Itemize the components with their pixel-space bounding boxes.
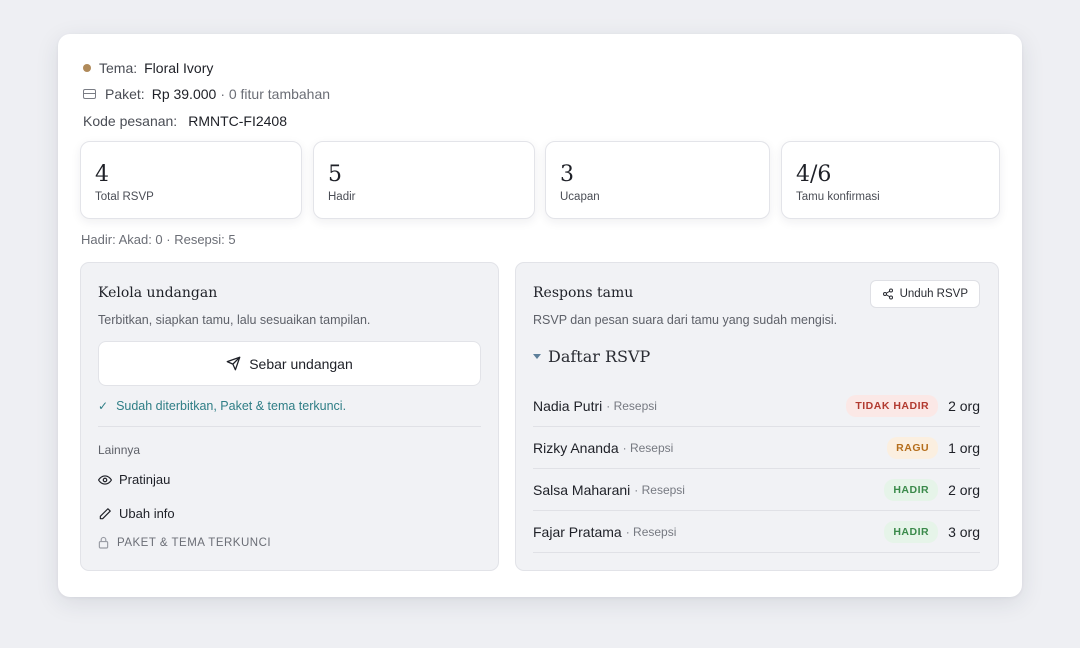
theme-row: Tema: Floral Ivory	[83, 60, 213, 76]
share-invitation-button[interactable]: Sebar undangan	[98, 341, 481, 386]
order-card: Tema: Floral Ivory Paket: Rp 39.000 · 0 …	[58, 34, 1022, 597]
stat-label: Tamu konfirmasi	[796, 191, 880, 203]
pencil-icon	[99, 507, 111, 519]
send-icon	[226, 356, 241, 371]
guest-name: Nadia Putri	[533, 397, 603, 414]
status-badge: RAGU	[887, 436, 939, 459]
edit-info-link[interactable]: Ubah info	[98, 506, 175, 521]
rsvp-list-title: Daftar RSVP	[548, 347, 651, 366]
stat-hadir: 5 Hadir	[313, 141, 535, 219]
caret-down-icon	[533, 354, 541, 359]
responses-description: RSVP dan pesan suara dari tamu yang suda…	[533, 313, 838, 327]
stat-tamu-konfirmasi: 4/6 Tamu konfirmasi	[781, 141, 1000, 219]
share-button-label: Sebar undangan	[249, 355, 353, 372]
guest-event: · Resepsi	[622, 440, 674, 455]
status-badge: HADIR	[884, 478, 939, 501]
responses-title: Respons tamu	[533, 285, 634, 301]
guest-count: 2 org	[948, 397, 980, 414]
order-row: Kode pesanan: RMNTC-FI2408	[83, 113, 287, 129]
share-icon	[882, 288, 893, 300]
responses-panel: Respons tamu RSVP dan pesan suara dari t…	[515, 262, 999, 571]
stat-value: 3	[560, 162, 574, 187]
credit-card-icon	[83, 89, 96, 99]
rsvp-row: Salsa Maharani · Resepsi HADIR 2 org	[533, 469, 980, 511]
guest-event: · Resepsi	[606, 398, 657, 413]
attendance-note: Hadir: Akad: 0 · Resepsi: 5	[81, 232, 236, 247]
guest-count: 1 org	[948, 439, 980, 456]
locked-label: PAKET & TEMA TERKUNCI	[117, 536, 272, 549]
locked-notice: PAKET & TEMA TERKUNCI	[98, 536, 271, 549]
manage-panel: Kelola undangan Terbitkan, siapkan tamu,…	[80, 262, 499, 571]
stat-value: 5	[328, 162, 342, 187]
theme-label: Tema:	[99, 60, 138, 76]
stat-label: Hadir	[328, 191, 356, 203]
guest-count: 3 org	[948, 523, 980, 540]
package-price: Rp 39.000	[151, 86, 217, 102]
manage-description: Terbitkan, siapkan tamu, lalu sesuaikan …	[98, 313, 371, 327]
download-rsvp-button[interactable]: Unduh RSVP	[869, 280, 980, 308]
check-icon: ✓	[98, 399, 109, 413]
guest-name: Rizky Ananda	[533, 439, 619, 456]
package-label: Paket:	[105, 86, 145, 102]
others-label: Lainnya	[98, 443, 141, 457]
stat-value: 4	[95, 162, 109, 187]
divider	[98, 426, 481, 427]
rsvp-row: Fajar Pratama · Resepsi HADIR 3 org	[533, 511, 980, 553]
edit-info-label: Ubah info	[119, 506, 175, 521]
rsvp-row: Rizky Ananda · Resepsi RAGU 1 org	[533, 427, 980, 469]
manage-title: Kelola undangan	[98, 285, 218, 301]
preview-label: Pratinjau	[119, 472, 171, 487]
lock-icon	[98, 536, 109, 549]
stat-label: Total RSVP	[95, 191, 154, 203]
guest-name: Fajar Pratama	[533, 523, 622, 540]
guest-event: · Resepsi	[625, 524, 677, 539]
rsvp-row: Nadia Putri · Resepsi TIDAK HADIR 2 org	[533, 385, 980, 427]
publish-status: ✓ Sudah diterbitkan, Paket & tema terkun…	[98, 399, 346, 413]
order-label: Kode pesanan:	[83, 113, 178, 129]
rsvp-list-toggle[interactable]: Daftar RSVP	[533, 347, 650, 366]
status-badge: TIDAK HADIR	[846, 394, 939, 417]
preview-link[interactable]: Pratinjau	[98, 472, 170, 487]
eye-icon	[98, 474, 112, 485]
publish-status-text: Sudah diterbitkan, Paket & tema terkunci…	[116, 399, 347, 413]
stat-value: 4/6	[796, 162, 832, 187]
stat-total-rsvp: 4 Total RSVP	[80, 141, 302, 219]
theme-dot-icon	[83, 64, 91, 72]
guest-count: 2 org	[948, 481, 980, 498]
download-button-label: Unduh RSVP	[899, 288, 968, 300]
order-code: RMNTC-FI2408	[188, 113, 287, 129]
package-extra: · 0 fitur tambahan	[220, 86, 331, 102]
guest-event: · Resepsi	[634, 482, 685, 497]
package-row: Paket: Rp 39.000 · 0 fitur tambahan	[83, 86, 330, 102]
theme-value: Floral Ivory	[144, 60, 214, 76]
stat-ucapan: 3 Ucapan	[545, 141, 770, 219]
guest-name: Salsa Maharani	[533, 481, 631, 498]
stat-label: Ucapan	[560, 191, 600, 203]
status-badge: HADIR	[884, 520, 939, 543]
